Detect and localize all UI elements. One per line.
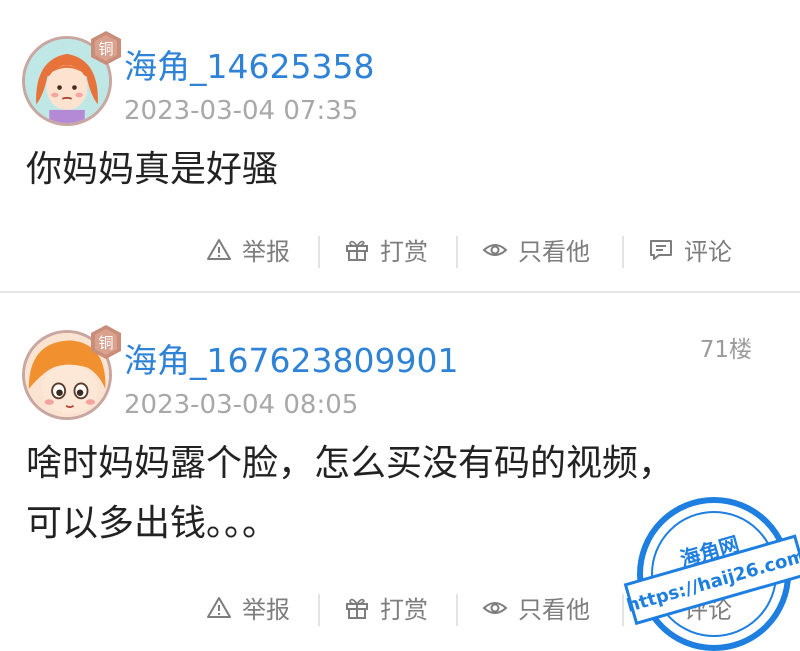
divider: [318, 236, 320, 268]
post-1: 铜 海角_14625358 2023-03-04 07:35 你妈妈真是好骚 举…: [0, 0, 800, 291]
comment-label: 评论: [684, 596, 732, 624]
post-actions: 举报 打赏 只看他 评论: [0, 232, 800, 272]
warning-icon: [207, 596, 231, 618]
user-avatar[interactable]: 铜: [22, 31, 121, 128]
comment-button[interactable]: 评论: [648, 590, 732, 625]
reward-button[interactable]: 打赏: [344, 232, 428, 267]
report-button[interactable]: 举报: [206, 590, 290, 625]
post-timestamp: 2023-03-04 08:05: [124, 390, 359, 420]
only-him-label: 只看他: [518, 596, 590, 624]
post-2: 铜 海角_167623809901 71楼 2023-03-04 08:05 啥…: [0, 292, 800, 651]
divider: [318, 594, 320, 626]
post-actions: 举报 打赏 只看他 评论: [0, 590, 800, 630]
divider: [622, 236, 624, 268]
username[interactable]: 海角_14625358: [124, 40, 374, 88]
gift-icon: [346, 598, 368, 619]
report-label: 举报: [242, 238, 290, 266]
divider: [622, 594, 624, 626]
user-avatar[interactable]: 铜: [22, 325, 121, 422]
username[interactable]: 海角_167623809901: [124, 334, 458, 382]
post-timestamp: 2023-03-04 07:35: [124, 96, 359, 126]
comment-label: 评论: [684, 238, 732, 266]
comment-icon: [650, 239, 672, 260]
only-him-label: 只看他: [518, 238, 590, 266]
divider: [456, 236, 458, 268]
report-label: 举报: [242, 596, 290, 624]
reward-label: 打赏: [380, 238, 428, 266]
comment-icon: [650, 597, 672, 618]
comment-button[interactable]: 评论: [648, 232, 732, 267]
svg-text:铜: 铜: [98, 40, 113, 58]
only-him-button[interactable]: 只看他: [482, 590, 590, 625]
post-content: 啥时妈妈露个脸，怎么买没有码的视频，可以多出钱。。。: [26, 443, 675, 544]
copper-medal-icon: 铜: [91, 325, 121, 359]
reward-label: 打赏: [380, 596, 428, 624]
only-him-button[interactable]: 只看他: [482, 232, 590, 267]
warning-icon: [207, 238, 231, 260]
gift-icon: [346, 240, 368, 261]
reward-button[interactable]: 打赏: [344, 590, 428, 625]
svg-text:铜: 铜: [98, 334, 113, 352]
floor-number: 71楼: [699, 337, 752, 363]
copper-medal-icon: 铜: [91, 31, 121, 65]
post-content: 你妈妈真是好骚: [26, 149, 279, 190]
eye-icon: [482, 601, 508, 614]
divider: [456, 594, 458, 626]
report-button[interactable]: 举报: [206, 232, 290, 267]
eye-icon: [482, 243, 508, 256]
